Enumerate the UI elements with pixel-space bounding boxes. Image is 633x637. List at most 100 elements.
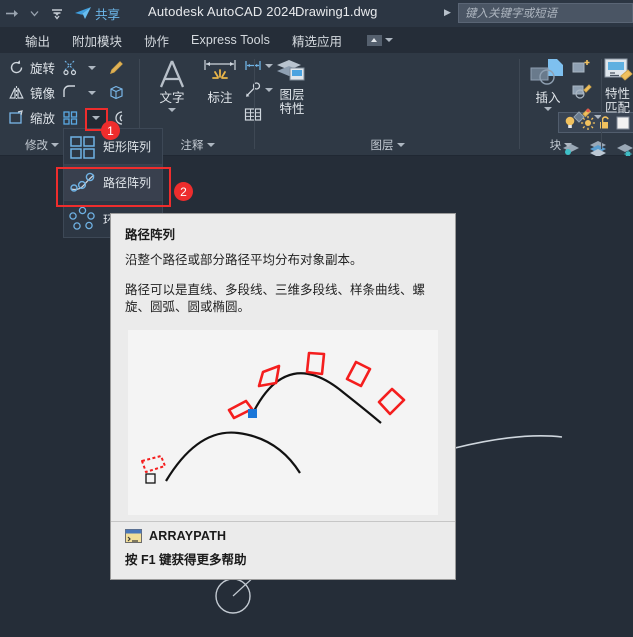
ribbon-panel-block: 插入 块 — [520, 53, 602, 156]
layer-properties-icon — [273, 56, 311, 88]
tool-match-properties-label-2: 匹配 — [604, 101, 630, 115]
ribbon-panel-layers: 图层 特性 0 — [255, 53, 633, 179]
undo-icon[interactable] — [26, 5, 43, 22]
tool-create-block[interactable] — [572, 58, 592, 81]
ribbon-state-icon — [366, 34, 382, 46]
tool-block-attribute[interactable] — [572, 108, 602, 125]
save-as-icon[interactable] — [4, 5, 21, 22]
block-attribute-icon — [572, 108, 591, 125]
chevron-down-icon — [206, 143, 215, 147]
tool-layer-properties-label-1: 图层 — [279, 88, 305, 102]
annotation-badge-1: 1 — [101, 121, 120, 140]
rectangular-array-icon — [69, 134, 97, 160]
tool-rotate-label: 旋转 — [30, 62, 56, 76]
panel-title-layers-label: 图层 — [370, 140, 394, 152]
autocad-window: 共享 Autodesk AutoCAD 2024 Drawing1.dwg ▶ … — [0, 0, 633, 637]
grip-point — [248, 409, 257, 418]
chevron-down-icon[interactable] — [384, 38, 393, 42]
array-icon — [62, 109, 79, 126]
trim-dropdown-icon[interactable] — [88, 65, 96, 70]
tool-insert-block-label: 插入 — [535, 91, 561, 105]
trim-icon — [62, 59, 79, 76]
share-icon — [74, 6, 92, 21]
panel-title-annotation-label: 注释 — [180, 140, 204, 152]
insert-dropdown-icon[interactable] — [544, 107, 552, 111]
tooltip-paragraph-1: 沿整个路径或部分路径平均分布对象副本。 — [125, 253, 363, 267]
tool-text-label: 文字 — [159, 91, 185, 105]
title-bar: 共享 Autodesk AutoCAD 2024 Drawing1.dwg ▶ … — [0, 0, 633, 27]
scale-icon — [8, 109, 25, 126]
tool-copy[interactable] — [108, 84, 125, 101]
share-button[interactable]: 共享 — [74, 4, 120, 23]
mirror-icon — [8, 84, 25, 101]
insert-block-icon — [528, 57, 568, 91]
tab-collaborate[interactable]: 协作 — [133, 29, 180, 52]
fillet-dropdown-icon[interactable] — [88, 90, 96, 95]
panel-title-block[interactable]: 块 — [520, 137, 602, 153]
path-array-icon — [69, 170, 97, 196]
tooltip-command-row: ARRAYPATH — [125, 529, 441, 543]
path-array-illustration — [141, 351, 406, 484]
panel-title-layers[interactable]: 图层 — [255, 137, 520, 153]
tool-mirror-label: 镜像 — [30, 87, 56, 101]
tooltip-illustration — [128, 330, 438, 515]
tool-layer-properties[interactable]: 图层 特性 — [269, 56, 315, 116]
fillet-icon — [62, 84, 79, 101]
tool-rotate[interactable]: 旋转 — [8, 58, 55, 77]
tooltip-title: 路径阵列 — [125, 228, 176, 242]
match-properties-icon — [602, 57, 633, 87]
tool-dimension-label: 标注 — [207, 91, 233, 105]
tool-insert-block[interactable]: 插入 — [524, 57, 572, 111]
panel-title-modify-label: 修改 — [25, 140, 48, 152]
redo-icon[interactable] — [48, 5, 65, 22]
tooltip-popup: 路径阵列 沿整个路径或部分路径平均分布对象副本。 路径可以是直线、多段线、三维多… — [110, 213, 456, 580]
tooltip-paragraph-2: 路径可以是直线、多段线、三维多段线、样条曲线、螺旋、圆弧、圆或椭圆。 — [125, 283, 426, 314]
search-placeholder: 键入关键字或短语 — [465, 8, 557, 20]
erase-icon — [108, 59, 125, 76]
chevron-down-icon — [564, 143, 573, 147]
chevron-down-icon — [396, 143, 405, 147]
share-label: 共享 — [95, 8, 121, 22]
create-block-icon — [572, 58, 592, 76]
tool-scale-label: 缩放 — [30, 112, 56, 126]
dimension-icon — [202, 57, 238, 91]
copy-icon — [108, 84, 125, 101]
tooltip-help-text: 按 F1 键获得更多帮助 — [125, 553, 247, 567]
quick-access-toolbar: 共享 — [0, 4, 120, 23]
document-name: Drawing1.dwg — [295, 4, 378, 19]
ribbon-panel-properties: 特性 匹配 — [602, 53, 633, 156]
ribbon-tab-strip: 输出 附加模块 协作 Express Tools 精选应用 — [0, 27, 633, 53]
tool-text[interactable]: 文字 — [148, 57, 196, 112]
tool-erase[interactable] — [108, 59, 125, 76]
tab-featured-apps[interactable]: 精选应用 — [281, 29, 353, 52]
tab-output[interactable]: 输出 — [14, 29, 61, 52]
tool-fillet[interactable] — [62, 84, 96, 101]
panel-title-block-label: 块 — [549, 140, 562, 152]
tab-express-tools[interactable]: Express Tools — [180, 31, 281, 49]
tool-mirror[interactable]: 镜像 — [8, 83, 55, 102]
ribbon-minimize-control[interactable] — [366, 34, 393, 46]
tool-scale[interactable]: 缩放 — [8, 108, 55, 127]
tool-match-properties[interactable]: 特性 匹配 — [601, 57, 633, 115]
menu-item-path-array[interactable]: 路径阵列 — [64, 165, 162, 201]
polar-array-icon — [69, 206, 97, 232]
app-title: Autodesk AutoCAD 2024 — [148, 4, 297, 19]
tool-array[interactable] — [62, 109, 79, 126]
rotate-icon — [8, 59, 25, 76]
menu-item-path-array-label: 路径阵列 — [103, 176, 152, 190]
tool-trim[interactable] — [62, 59, 96, 76]
edit-block-icon — [572, 83, 592, 101]
chevron-down-icon — [51, 143, 59, 147]
annotation-badge-2: 2 — [174, 182, 193, 201]
chevron-down-icon — [92, 116, 100, 120]
tool-edit-block[interactable] — [572, 83, 592, 106]
tab-addins[interactable]: 附加模块 — [61, 29, 133, 52]
tool-match-properties-label-1: 特性 — [604, 87, 630, 101]
tool-dimension[interactable]: 标注 — [196, 57, 244, 105]
text-dropdown-icon[interactable] — [168, 108, 176, 112]
expand-arrow-icon[interactable]: ▶ — [444, 7, 451, 18]
menu-item-rectangular-array-label: 矩形阵列 — [103, 140, 152, 154]
text-icon — [155, 57, 189, 91]
search-input[interactable]: 键入关键字或短语 — [458, 3, 633, 23]
command-line-icon — [125, 529, 142, 543]
